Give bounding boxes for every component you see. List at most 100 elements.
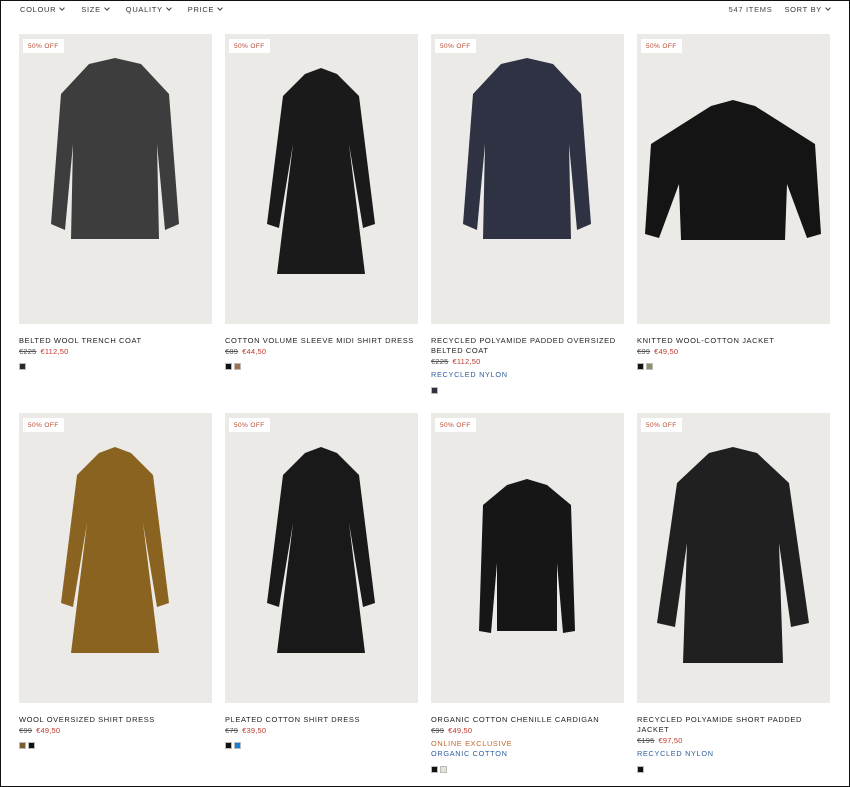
product-card[interactable]: 50% OFF BELTED WOOL TRENCH COAT €225 €112,5… xyxy=(19,34,212,413)
product-image-graphic xyxy=(267,68,375,274)
colour-swatch[interactable] xyxy=(637,363,644,370)
product-name[interactable]: BELTED WOOL TRENCH COAT xyxy=(19,336,212,346)
sale-price: €112,50 xyxy=(452,357,481,366)
original-price: €225 xyxy=(431,357,449,366)
filter-size[interactable]: SIZE xyxy=(81,5,110,14)
product-image-graphic xyxy=(267,447,375,653)
product-grid: 50% OFF BELTED WOOL TRENCH COAT €225 €112,5… xyxy=(19,34,830,787)
product-image[interactable]: 50% OFF xyxy=(431,34,624,324)
colour-swatch[interactable] xyxy=(19,742,26,749)
product-tag: RECYCLED NYLON xyxy=(431,370,508,379)
product-image[interactable]: 50% OFF xyxy=(431,413,624,703)
colour-swatches xyxy=(431,387,624,394)
product-name[interactable]: PLEATED COTTON SHIRT DRESS xyxy=(225,715,418,725)
original-price: €195 xyxy=(637,736,655,745)
sale-price: €112,50 xyxy=(40,347,69,356)
product-name[interactable]: KNITTED WOOL-COTTON JACKET xyxy=(637,336,830,346)
colour-swatch[interactable] xyxy=(431,387,438,394)
product-card[interactable]: 50% OFF RECYCLED POLYAMIDE PADDED OVERSIZ… xyxy=(431,34,624,413)
price-row: €99 €49,50 xyxy=(431,726,624,735)
product-image[interactable]: 50% OFF xyxy=(19,34,212,324)
item-count: 547 ITEMS xyxy=(728,5,773,14)
product-card[interactable]: 50% OFF RECYCLED POLYAMIDE SHORT PADDED J… xyxy=(637,413,830,787)
product-name[interactable]: RECYCLED POLYAMIDE PADDED OVERSIZED BELT… xyxy=(431,336,624,356)
product-card[interactable]: 50% OFF COTTON VOLUME SLEEVE MIDI SHIRT D… xyxy=(225,34,418,413)
product-card[interactable]: 50% OFF KNITTED WOOL-COTTON JACKET €99 €49,… xyxy=(637,34,830,413)
product-name[interactable]: ORGANIC COTTON CHENILLE CARDIGAN xyxy=(431,715,624,725)
colour-swatch[interactable] xyxy=(28,742,35,749)
sale-price: €49,50 xyxy=(448,726,473,735)
sale-price: €49,50 xyxy=(654,347,679,356)
original-price: €79 xyxy=(225,726,239,735)
filter-price[interactable]: PRICE xyxy=(188,5,224,14)
colour-swatch[interactable] xyxy=(225,363,232,370)
colour-swatch[interactable] xyxy=(431,766,438,773)
price-row: €195 €97,50 xyxy=(637,736,830,745)
sale-price: €97,50 xyxy=(658,736,683,745)
chevron-down-icon xyxy=(59,5,66,11)
filter-bar: COLOUR SIZE QUALITY PRICE 547 ITEMS SORT… xyxy=(20,5,831,17)
product-image[interactable]: 50% OFF xyxy=(225,413,418,703)
colour-swatches xyxy=(19,363,212,370)
filter-label: SIZE xyxy=(81,5,101,14)
sale-badge: 50% OFF xyxy=(435,39,476,53)
product-image-graphic xyxy=(51,58,179,239)
price-row: €89 €44,50 xyxy=(225,347,418,356)
colour-swatches xyxy=(637,766,830,773)
price-row: €99 €49,50 xyxy=(637,347,830,356)
product-image-graphic xyxy=(463,58,591,239)
sort-label: SORT BY xyxy=(784,5,822,14)
colour-swatches xyxy=(19,742,212,749)
product-name[interactable]: COTTON VOLUME SLEEVE MIDI SHIRT DRESS xyxy=(225,336,418,346)
product-image-graphic xyxy=(479,479,575,633)
garment-shape xyxy=(267,447,375,653)
price-row: €225 €112,50 xyxy=(19,347,212,356)
colour-swatch[interactable] xyxy=(234,363,241,370)
garment-shape xyxy=(657,447,809,663)
product-card[interactable]: 50% OFF WOOL OVERSIZED SHIRT DRESS €99 €49,… xyxy=(19,413,212,787)
colour-swatches xyxy=(431,766,624,773)
product-image[interactable]: 50% OFF xyxy=(637,413,830,703)
product-card[interactable]: 50% OFF ORGANIC COTTON CHENILLE CARDIGAN €… xyxy=(431,413,624,787)
filter-quality[interactable]: QUALITY xyxy=(126,5,172,14)
sale-badge: 50% OFF xyxy=(229,418,270,432)
original-price: €99 xyxy=(637,347,651,356)
price-row: €79 €39,50 xyxy=(225,726,418,735)
chevron-down-icon xyxy=(217,5,224,11)
sale-badge: 50% OFF xyxy=(229,39,270,53)
garment-shape xyxy=(463,58,591,239)
product-name[interactable]: WOOL OVERSIZED SHIRT DRESS xyxy=(19,715,212,725)
colour-swatch[interactable] xyxy=(225,742,232,749)
sale-price: €44,50 xyxy=(242,347,267,356)
product-image-graphic xyxy=(645,100,821,240)
original-price: €99 xyxy=(431,726,445,735)
colour-swatches xyxy=(225,742,418,749)
colour-swatch[interactable] xyxy=(19,363,26,370)
colour-swatch[interactable] xyxy=(234,742,241,749)
garment-shape xyxy=(645,100,821,240)
product-image[interactable]: 50% OFF xyxy=(225,34,418,324)
filter-list: COLOUR SIZE QUALITY PRICE xyxy=(20,5,224,14)
garment-shape xyxy=(51,58,179,239)
product-tag: ORGANIC COTTON xyxy=(431,749,508,758)
product-name[interactable]: RECYCLED POLYAMIDE SHORT PADDED JACKET xyxy=(637,715,830,735)
sale-price: €39,50 xyxy=(242,726,267,735)
colour-swatch[interactable] xyxy=(440,766,447,773)
colour-swatch[interactable] xyxy=(637,766,644,773)
sort-by-dropdown[interactable]: SORT BY xyxy=(784,5,831,14)
garment-shape xyxy=(479,479,575,633)
sale-badge: 50% OFF xyxy=(23,39,64,53)
filter-label: COLOUR xyxy=(20,5,57,14)
product-card[interactable]: 50% OFF PLEATED COTTON SHIRT DRESS €79 €39,… xyxy=(225,413,418,787)
filter-colour[interactable]: COLOUR xyxy=(20,5,66,14)
sale-badge: 50% OFF xyxy=(641,39,682,53)
sale-badge: 50% OFF xyxy=(23,418,64,432)
colour-swatch[interactable] xyxy=(646,363,653,370)
chevron-down-icon xyxy=(165,5,172,11)
price-row: €99 €49,50 xyxy=(19,726,212,735)
garment-shape xyxy=(61,447,169,653)
product-image[interactable]: 50% OFF xyxy=(19,413,212,703)
sale-badge: 50% OFF xyxy=(641,418,682,432)
product-image[interactable]: 50% OFF xyxy=(637,34,830,324)
colour-swatches xyxy=(637,363,830,370)
